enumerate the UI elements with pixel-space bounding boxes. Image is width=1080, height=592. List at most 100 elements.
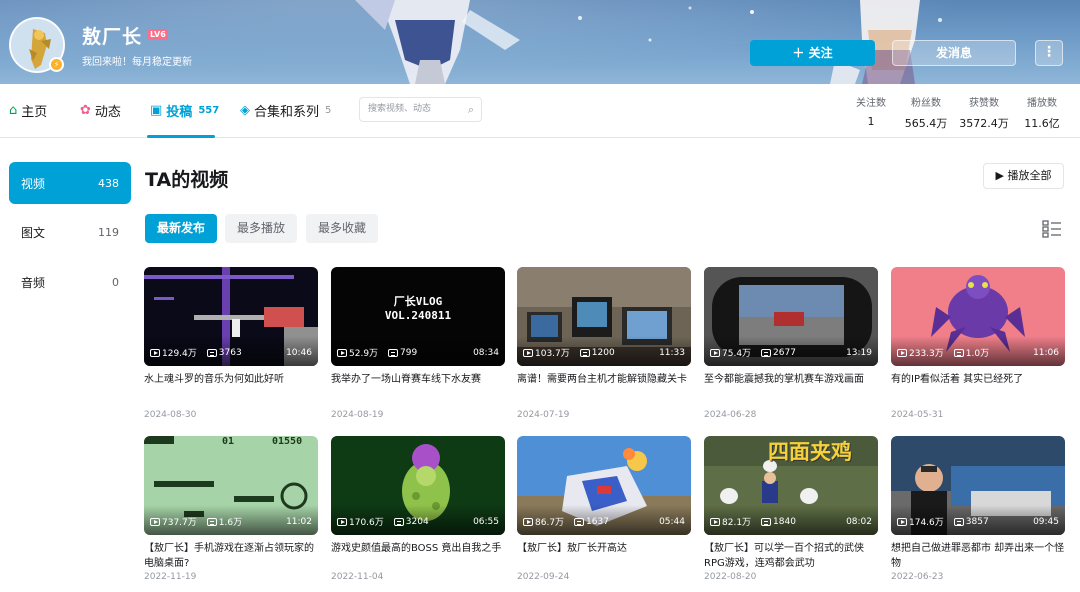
play-count-icon xyxy=(150,348,160,357)
video-thumbnail[interactable]: 170.6万 3204 06:55 xyxy=(331,436,505,535)
play-icon: ▶ xyxy=(995,169,1008,182)
danmaku-icon xyxy=(206,348,217,357)
video-card[interactable]: 四面夹鸡 82.1万 1840 08:02 【敖厂长】可以学一百个招式的武侠RP… xyxy=(704,436,878,582)
video-thumbnail[interactable]: 01 01550 737.7万 1.6万 11:02 xyxy=(144,436,318,535)
video-title[interactable]: 我举办了一场山脊赛车线下水友赛 xyxy=(331,372,505,402)
video-date: 2022-11-19 xyxy=(144,572,197,582)
thumbnail-text: 厂长VLOG xyxy=(393,295,443,308)
play-count-icon xyxy=(710,348,720,357)
profile-nav: ⌂ 主页 ✿ 动态 ▣ 投稿 557 ◈ 合集和系列 5 搜索视频、动态 ⌕ 关… xyxy=(0,84,1080,138)
video-duration: 05:44 xyxy=(659,516,685,527)
video-thumbnail[interactable]: 四面夹鸡 82.1万 1840 08:02 xyxy=(704,436,878,535)
tab-collections[interactable]: ◈ 合集和系列 5 xyxy=(240,101,331,120)
video-thumbnail[interactable]: 174.6万 3857 09:45 xyxy=(891,436,1065,535)
list-view-icon[interactable] xyxy=(1042,219,1062,239)
video-card[interactable]: 233.3万 1.0万 11:06 有的IP看似活着 其实已经死了 2024-0… xyxy=(891,267,1065,420)
search-input[interactable]: 搜索视频、动态 ⌕ xyxy=(359,97,482,122)
search-icon[interactable]: ⌕ xyxy=(468,98,474,121)
danmaku-icon xyxy=(953,517,964,526)
sidebar-item-video[interactable]: 视频 438 xyxy=(9,162,131,204)
video-card[interactable]: 174.6万 3857 09:45 想把自己做进罪恶都市 却弄出来一个怪物 20… xyxy=(891,436,1065,582)
more-dots-icon: ⋮ xyxy=(1042,44,1056,60)
video-thumbnail[interactable]: 86.7万 1637 05:44 xyxy=(517,436,691,535)
filter-most-played[interactable]: 最多播放 xyxy=(225,214,298,243)
thumbnail-text: 四面夹鸡 xyxy=(768,440,852,464)
video-date: 2022-06-23 xyxy=(891,572,944,582)
video-date: 2022-09-24 xyxy=(517,572,570,582)
thumbnail-text: 01 xyxy=(222,436,235,447)
tab-uploads[interactable]: ▣ 投稿 557 xyxy=(150,101,219,120)
play-count-icon xyxy=(337,348,347,357)
thumbnail-text: VOL.240811 xyxy=(384,309,452,322)
video-thumbnail[interactable]: 75.4万 2677 13:19 xyxy=(704,267,878,366)
play-count-icon xyxy=(337,517,347,526)
danmaku-icon xyxy=(393,517,404,526)
video-date: 2024-05-31 xyxy=(891,410,944,420)
video-card[interactable]: 170.6万 3204 06:55 游戏史颜值最高的BOSS 竟出自我之手 20… xyxy=(331,436,505,582)
video-title[interactable]: 至今都能震撼我的掌机赛车游戏画面 xyxy=(704,372,878,402)
video-title[interactable]: 有的IP看似活着 其实已经死了 xyxy=(891,372,1065,402)
video-date: 2024-06-28 xyxy=(704,410,757,420)
video-card[interactable]: 厂长VLOG VOL.240811 52.9万 799 08:34 我举办了一场… xyxy=(331,267,505,420)
sidebar-item-article[interactable]: 图文 119 xyxy=(9,211,131,253)
pinwheel-icon: ✿ xyxy=(80,103,91,118)
video-thumbnail[interactable]: 厂长VLOG VOL.240811 52.9万 799 08:34 xyxy=(331,267,505,366)
video-duration: 09:45 xyxy=(1033,516,1059,527)
plus-icon: ＋ xyxy=(792,46,809,60)
layers-icon: ◈ xyxy=(240,103,250,118)
follow-button[interactable]: ＋ 关注 xyxy=(750,40,875,66)
video-duration: 11:06 xyxy=(1033,347,1059,358)
video-title[interactable]: 想把自己做进罪恶都市 却弄出来一个怪物 xyxy=(891,541,1065,571)
video-card[interactable]: 75.4万 2677 13:19 至今都能震撼我的掌机赛车游戏画面 2024-0… xyxy=(704,267,878,420)
home-icon: ⌂ xyxy=(9,103,18,118)
video-date: 2024-07-19 xyxy=(517,410,570,420)
danmaku-icon xyxy=(574,517,585,526)
verified-badge-icon: ⚡ xyxy=(49,57,64,72)
danmaku-icon xyxy=(206,517,217,526)
video-title[interactable]: 【敖厂长】可以学一百个招式的武侠RPG游戏，连鸡都会武功 xyxy=(704,541,878,571)
tab-home[interactable]: ⌂ 主页 xyxy=(9,101,47,120)
username: 敖厂长 xyxy=(82,26,143,48)
active-tab-underline xyxy=(147,135,215,138)
video-thumbnail[interactable]: 103.7万 1200 11:33 xyxy=(517,267,691,366)
video-title[interactable]: 【敖厂长】敖厂长开高达 xyxy=(517,541,691,571)
user-sign: 我回来啦！每月稳定更新 xyxy=(82,57,192,68)
tab-dynamic[interactable]: ✿ 动态 xyxy=(80,101,121,120)
video-thumbnail[interactable]: 129.4万 3763 10:46 xyxy=(144,267,318,366)
video-date: 2024-08-30 xyxy=(144,410,197,420)
video-date: 2022-08-20 xyxy=(704,572,757,582)
play-all-button[interactable]: ▶ 播放全部 xyxy=(983,163,1064,189)
stat-following[interactable]: 关注数 1 xyxy=(846,94,896,128)
video-date: 2022-11-04 xyxy=(331,572,384,582)
filter-latest[interactable]: 最新发布 xyxy=(145,214,218,243)
video-duration: 08:02 xyxy=(846,516,872,527)
play-count-icon xyxy=(523,348,533,357)
play-count-icon xyxy=(523,517,533,526)
send-message-button[interactable]: 发消息 xyxy=(892,40,1016,66)
video-title[interactable]: 游戏史颜值最高的BOSS 竟出自我之手 xyxy=(331,541,505,571)
stat-plays: 播放数 11.6亿 xyxy=(1024,98,1060,130)
stat-fans[interactable]: 粉丝数 565.4万 xyxy=(901,94,951,131)
video-card[interactable]: 01 01550 737.7万 1.6万 11:02 【敖厂长】手机游戏在逐渐占… xyxy=(144,436,318,582)
more-options-button[interactable]: ⋮ xyxy=(1035,40,1063,66)
sidebar-item-audio[interactable]: 音频 0 xyxy=(9,261,131,303)
video-duration: 13:19 xyxy=(846,347,872,358)
danmaku-icon xyxy=(579,348,590,357)
video-card[interactable]: 86.7万 1637 05:44 【敖厂长】敖厂长开高达 2022-09-24 xyxy=(517,436,691,582)
video-thumbnail[interactable]: 233.3万 1.0万 11:06 xyxy=(891,267,1065,366)
video-card[interactable]: 129.4万 3763 10:46 水上魂斗罗的音乐为何如此好听 2024-08… xyxy=(144,267,318,420)
video-title[interactable]: 【敖厂长】手机游戏在逐渐占领玩家的电脑桌面? xyxy=(144,541,318,571)
video-duration: 06:55 xyxy=(473,516,499,527)
video-duration: 08:34 xyxy=(473,347,499,358)
danmaku-icon xyxy=(761,348,772,357)
filter-most-favorited[interactable]: 最多收藏 xyxy=(306,214,379,243)
play-count-icon xyxy=(710,517,720,526)
video-title[interactable]: 离谱！需要两台主机才能解锁隐藏关卡 xyxy=(517,372,691,402)
thumbnail-text: 01550 xyxy=(272,436,303,447)
danmaku-icon xyxy=(388,348,399,357)
section-title: TA的视频 xyxy=(145,169,229,191)
video-title[interactable]: 水上魂斗罗的音乐为何如此好听 xyxy=(144,372,318,402)
danmaku-icon xyxy=(761,517,772,526)
stat-likes: 获赞数 3572.4万 xyxy=(959,98,1009,130)
video-card[interactable]: 103.7万 1200 11:33 离谱！需要两台主机才能解锁隐藏关卡 2024… xyxy=(517,267,691,420)
